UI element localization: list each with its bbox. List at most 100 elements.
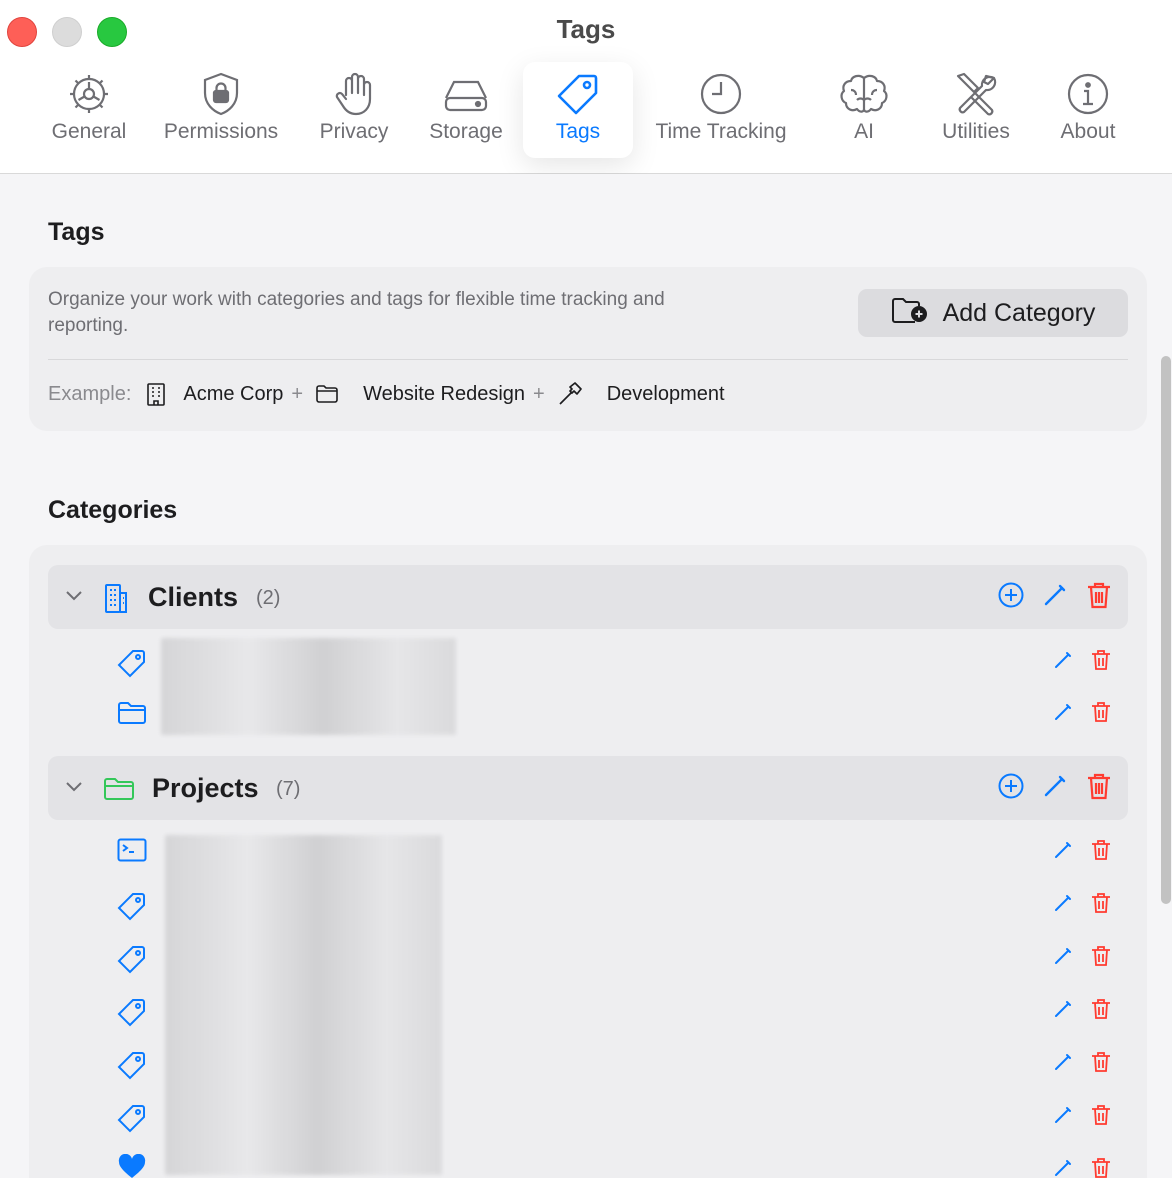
toolbar: Tags General Permissions Privacy Storage…	[0, 0, 1172, 174]
tools-icon	[952, 70, 1000, 118]
chevron-down-icon[interactable]	[64, 585, 84, 610]
example-task: Development	[606, 382, 725, 405]
tags-description: Organize your work with categories and t…	[48, 289, 665, 336]
edit-button[interactable]	[1053, 1158, 1073, 1178]
drive-icon	[442, 70, 490, 118]
add-category-label: Add Category	[942, 298, 1096, 327]
tag-icon	[117, 891, 147, 926]
gear-icon	[66, 70, 112, 118]
tab-label: Privacy	[319, 120, 389, 143]
delete-category-button[interactable]	[1086, 581, 1112, 614]
example-row: Example: Acme Corp + Website Redesign +	[48, 381, 725, 407]
redacted-tag-names	[165, 835, 442, 1175]
tab-label: Permissions	[163, 120, 279, 143]
tab-utilities[interactable]: Utilities	[928, 62, 1024, 158]
tag-icon	[117, 944, 147, 979]
tab-permissions[interactable]: Permissions	[152, 62, 290, 158]
vertical-scrollbar[interactable]	[1160, 352, 1172, 904]
tab-label: Tags	[555, 120, 601, 143]
tags-info-card: Organize your work with categories and t…	[29, 267, 1147, 431]
edit-button[interactable]	[1053, 946, 1073, 971]
row-actions	[1053, 701, 1111, 728]
tab-label: AI	[854, 120, 874, 143]
delete-category-button[interactable]	[1086, 772, 1112, 805]
categories-card: Clients (2) Projects (7)	[29, 545, 1147, 1178]
chevron-down-icon[interactable]	[64, 776, 84, 801]
settings-window: Tags General Permissions Privacy Storage…	[0, 0, 1172, 1178]
edit-button[interactable]	[1053, 1052, 1073, 1077]
category-actions	[998, 581, 1112, 614]
folder-icon	[103, 776, 135, 807]
building-icon	[145, 382, 167, 406]
redacted-tag-names	[161, 638, 456, 735]
plus-sign: +	[533, 382, 545, 405]
delete-button[interactable]	[1091, 839, 1111, 866]
tags-settings-pane: Tags Organize your work with categories …	[0, 174, 1172, 1178]
divider	[48, 359, 1128, 360]
tag-icon	[117, 1050, 147, 1085]
add-tag-button[interactable]	[998, 582, 1024, 613]
delete-button[interactable]	[1091, 649, 1111, 676]
lock-shield-icon	[201, 70, 241, 118]
delete-button[interactable]	[1091, 1104, 1111, 1131]
row-actions	[1053, 1051, 1111, 1078]
tags-heading: Tags	[48, 218, 105, 246]
hammer-icon	[557, 381, 583, 407]
tab-label: Storage	[429, 120, 503, 143]
scrollbar-thumb[interactable]	[1161, 356, 1171, 904]
edit-category-button[interactable]	[1042, 582, 1068, 613]
row-actions	[1053, 839, 1111, 866]
folder-icon	[117, 700, 147, 731]
tab-label: General	[51, 120, 127, 143]
edit-category-button[interactable]	[1042, 773, 1068, 804]
category-actions	[998, 772, 1112, 805]
delete-button[interactable]	[1091, 945, 1111, 972]
tab-time-tracking[interactable]: Time Tracking	[644, 62, 798, 158]
edit-button[interactable]	[1053, 999, 1073, 1024]
category-header-clients[interactable]: Clients (2)	[48, 565, 1128, 629]
add-tag-button[interactable]	[998, 773, 1024, 804]
categories-heading: Categories	[48, 496, 178, 524]
row-actions	[1053, 649, 1111, 676]
hand-icon	[334, 70, 374, 118]
delete-button[interactable]	[1091, 1157, 1111, 1178]
delete-button[interactable]	[1091, 701, 1111, 728]
folder-add-icon	[891, 296, 927, 331]
tab-label: Time Tracking	[655, 120, 787, 143]
delete-button[interactable]	[1091, 892, 1111, 919]
row-actions	[1053, 892, 1111, 919]
building-icon	[103, 583, 129, 618]
tab-tags[interactable]: Tags	[523, 62, 633, 158]
example-client: Acme Corp	[183, 382, 284, 405]
tab-general[interactable]: General	[38, 62, 140, 158]
category-name: Clients	[148, 582, 239, 612]
tab-privacy[interactable]: Privacy	[306, 62, 402, 158]
row-actions	[1053, 1157, 1111, 1178]
tab-label: About	[1060, 120, 1116, 143]
clock-icon	[699, 70, 743, 118]
terminal-icon	[117, 838, 147, 867]
tab-storage[interactable]: Storage	[416, 62, 516, 158]
delete-button[interactable]	[1091, 998, 1111, 1025]
category-header-projects[interactable]: Projects (7)	[48, 756, 1128, 820]
category-count: (2)	[256, 587, 281, 609]
edit-button[interactable]	[1053, 702, 1073, 727]
add-category-button[interactable]: Add Category	[858, 289, 1128, 337]
category-name: Projects	[152, 773, 259, 803]
edit-button[interactable]	[1053, 1105, 1073, 1130]
tab-about[interactable]: About	[1048, 62, 1128, 158]
tag-icon	[555, 70, 601, 118]
tag-icon	[117, 1103, 147, 1138]
tab-label: Utilities	[942, 120, 1010, 143]
heart-icon	[117, 1153, 147, 1178]
edit-button[interactable]	[1053, 650, 1073, 675]
delete-button[interactable]	[1091, 1051, 1111, 1078]
tag-icon	[117, 648, 147, 683]
tab-ai[interactable]: AI	[830, 62, 898, 158]
row-actions	[1053, 998, 1111, 1025]
tag-icon	[117, 997, 147, 1032]
edit-button[interactable]	[1053, 893, 1073, 918]
edit-button[interactable]	[1053, 840, 1073, 865]
category-count: (7)	[276, 778, 301, 800]
plus-sign: +	[291, 382, 304, 405]
